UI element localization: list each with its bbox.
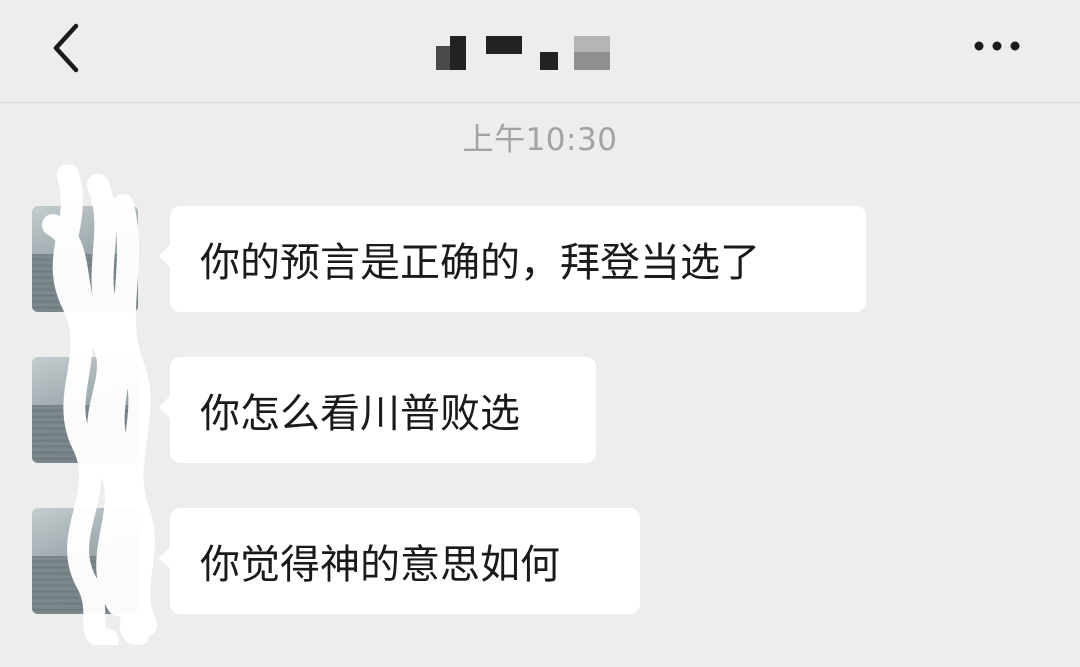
more-options-button[interactable] bbox=[968, 26, 1028, 66]
more-horizontal-icon bbox=[974, 41, 1020, 51]
avatar[interactable] bbox=[32, 508, 138, 614]
message-bubble[interactable]: 你的预言是正确的，拜登当选了 bbox=[159, 206, 866, 312]
message-timestamp: 上午10:30 bbox=[462, 122, 618, 158]
message-text: 你觉得神的意思如何 bbox=[200, 542, 560, 588]
chevron-left-icon bbox=[53, 23, 79, 73]
message-text: 你的预言是正确的，拜登当选了 bbox=[200, 240, 760, 286]
chat-screen: 上午10:30 你的预言是正确的，拜登当选了 你怎么看川普败选 你觉得神的意思如… bbox=[0, 0, 1080, 667]
back-button[interactable] bbox=[40, 18, 100, 78]
avatar[interactable] bbox=[32, 206, 138, 312]
chat-title-redacted bbox=[432, 34, 612, 70]
message-bubble[interactable]: 你怎么看川普败选 bbox=[159, 357, 596, 463]
chat-header bbox=[0, 0, 1080, 103]
avatar[interactable] bbox=[32, 357, 138, 463]
message-bubble[interactable]: 你觉得神的意思如何 bbox=[159, 508, 640, 614]
message-text: 你怎么看川普败选 bbox=[200, 391, 520, 437]
